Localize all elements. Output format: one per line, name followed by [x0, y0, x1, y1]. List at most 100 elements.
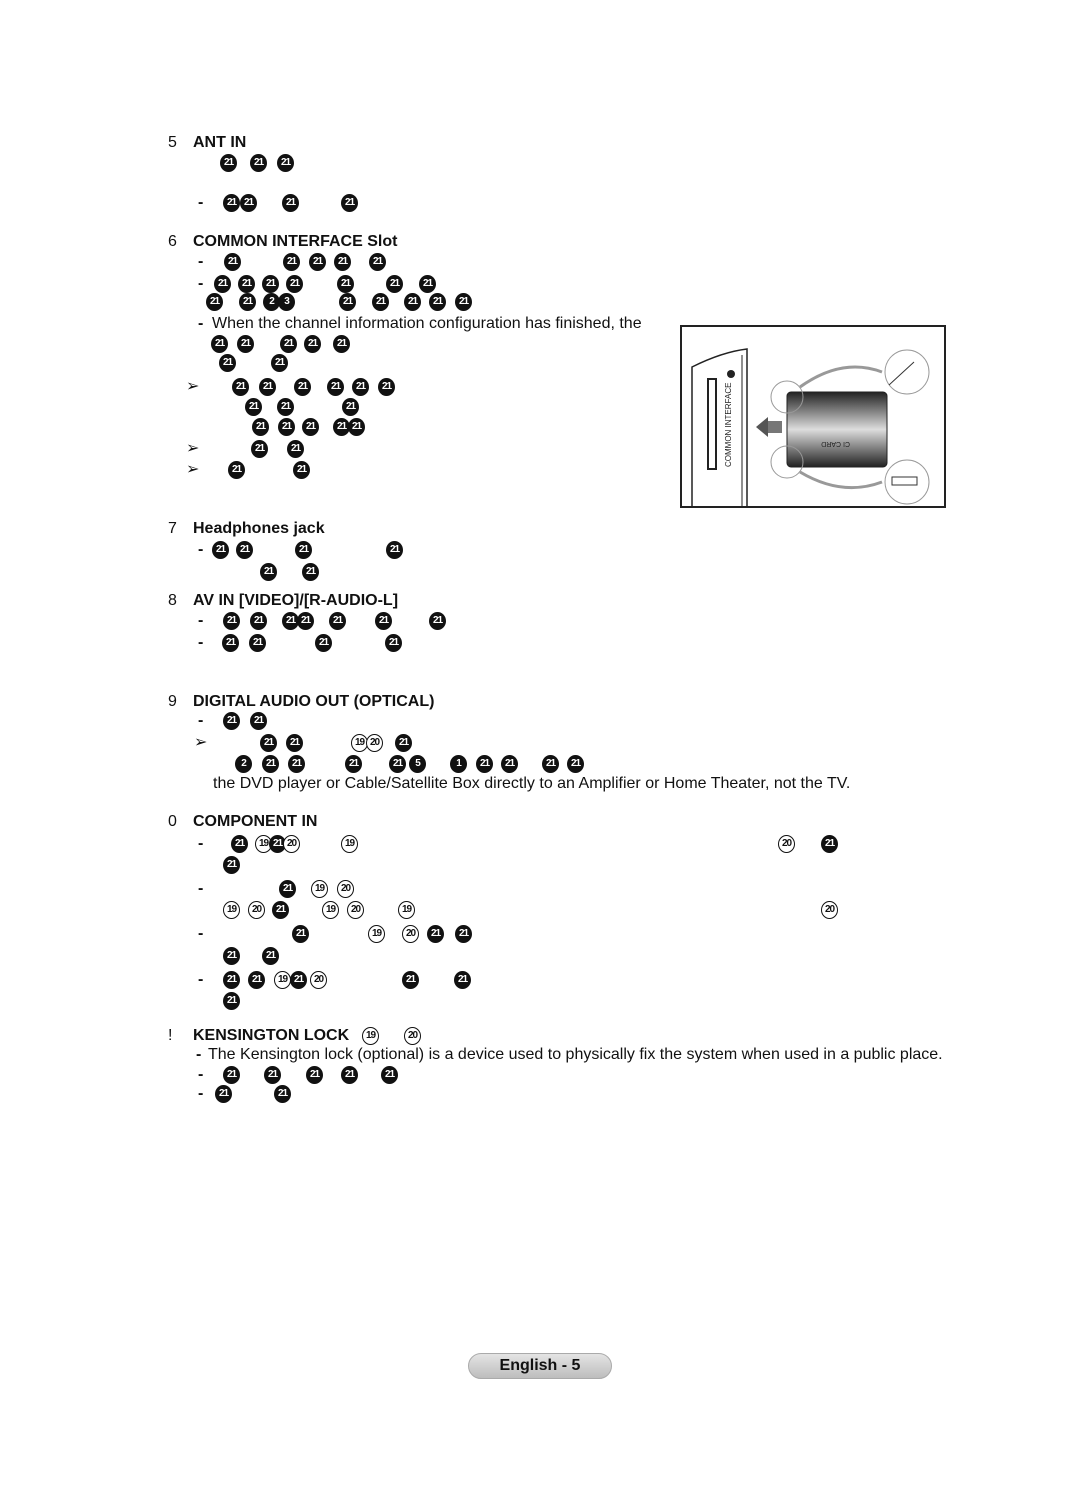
- circled-number-glyph: 21: [454, 971, 471, 989]
- circled-number-glyph: 21: [222, 634, 239, 652]
- circled-number-glyph: 21: [455, 925, 472, 943]
- circled-number-glyph: 21: [381, 1066, 398, 1084]
- circled-number-glyph: 21: [286, 734, 303, 752]
- circled-number-glyph: 21: [264, 1066, 281, 1084]
- bullet-dash: -: [198, 1066, 204, 1083]
- bullet-dash: -: [198, 612, 204, 629]
- circled-number-glyph: 21: [345, 755, 362, 773]
- body-line: 21 21: [0, 946, 1080, 966]
- bullet-dash: -: [198, 925, 204, 942]
- section-title: KENSINGTON LOCK: [193, 1027, 350, 1044]
- section-number: 8: [168, 592, 177, 609]
- circled-number-glyph: 21: [567, 755, 584, 773]
- circled-number-glyph: 21: [212, 541, 229, 559]
- circled-number-glyph: 21: [262, 755, 279, 773]
- circled-number-glyph: 21: [542, 755, 559, 773]
- circled-number-glyph: 21: [386, 275, 403, 293]
- circled-number-glyph: 21: [223, 712, 240, 730]
- circled-number-glyph: 21: [250, 612, 267, 630]
- circled-number-glyph: 20: [402, 925, 419, 943]
- circled-number-glyph: 21: [315, 634, 332, 652]
- section-heading: ! KENSINGTON LOCK 19 20: [0, 1026, 1080, 1046]
- circled-number-glyph: 19: [311, 880, 328, 898]
- body-line: 19 20 21 19 20 19 20: [0, 900, 1080, 920]
- bullet-dash: -: [198, 880, 204, 897]
- circled-number-glyph: 21: [294, 378, 311, 396]
- body-line: 21: [0, 855, 1080, 875]
- circled-number-glyph: 21: [251, 440, 268, 458]
- circled-number-glyph: 21: [292, 925, 309, 943]
- body-line: -21 21 19 21 20 21 21: [0, 970, 1080, 990]
- circled-number-glyph: 21: [240, 194, 257, 212]
- note-arrow-icon: ➢: [186, 461, 200, 478]
- circled-number-glyph: 21: [232, 378, 249, 396]
- circled-number-glyph: 21: [290, 971, 307, 989]
- circled-number-glyph: 21: [309, 253, 326, 271]
- circled-number-glyph: 20: [337, 880, 354, 898]
- circled-number-glyph: 21: [238, 275, 255, 293]
- circled-number-glyph: 21: [211, 335, 228, 353]
- line-text: When the channel information configurati…: [212, 315, 642, 332]
- note-arrow-icon: ➢: [186, 440, 200, 457]
- circled-number-glyph: 21: [297, 612, 314, 630]
- bullet-dash: -: [198, 835, 204, 852]
- circled-number-glyph: 5: [409, 755, 426, 773]
- body-line: 2 21 21 21 21 5 1 21 21 21 21: [0, 754, 1080, 774]
- bullet-dash: -: [198, 971, 204, 988]
- circled-number-glyph: 20: [283, 835, 300, 853]
- circled-number-glyph: 21: [214, 275, 231, 293]
- section-number: 0: [168, 813, 177, 830]
- circled-number-glyph: 21: [333, 335, 350, 353]
- circled-number-glyph: 21: [329, 612, 346, 630]
- circled-number-glyph: 21: [427, 925, 444, 943]
- circled-number-glyph: 21: [372, 293, 389, 311]
- circled-number-glyph: 2: [235, 755, 252, 773]
- body-line: -21 21: [0, 1084, 1080, 1104]
- section-title: AV IN [VIDEO]/[R-AUDIO-L]: [193, 592, 399, 609]
- circled-number-glyph: 21: [429, 612, 446, 630]
- circled-number-glyph: 20: [310, 971, 327, 989]
- circled-number-glyph: 21: [239, 293, 256, 311]
- circled-number-glyph: 21: [248, 971, 265, 989]
- circled-number-glyph: 21: [277, 154, 294, 172]
- bullet-dash: -: [198, 253, 204, 270]
- body-line: -21 21: [0, 711, 1080, 731]
- circled-number-glyph: 21: [223, 971, 240, 989]
- section-number: 5: [168, 134, 177, 151]
- circled-number-glyph: 21: [821, 835, 838, 853]
- circled-number-glyph: 21: [271, 354, 288, 372]
- section-heading: 8 AV IN [VIDEO]/[R-AUDIO-L]: [0, 591, 1080, 611]
- circled-number-glyph: 21: [419, 275, 436, 293]
- circled-number-glyph: 21: [342, 398, 359, 416]
- note-arrow-icon: ➢: [194, 734, 208, 751]
- circled-number-glyph: 19: [223, 901, 240, 919]
- circled-number-glyph: 21: [341, 194, 358, 212]
- body-line: - 21 19 20 21 21: [0, 924, 1080, 944]
- circled-number-glyph: 21: [272, 901, 289, 919]
- bullet-dash: -: [198, 712, 204, 729]
- circled-number-glyph: 20: [248, 901, 265, 919]
- circled-number-glyph: 21: [236, 541, 253, 559]
- circled-number-glyph: 21: [282, 194, 299, 212]
- circled-number-glyph: 21: [223, 947, 240, 965]
- circled-number-glyph: 21: [223, 612, 240, 630]
- body-line: -21 19 21 20 19 20 21: [0, 834, 1080, 854]
- circled-number-glyph: 21: [252, 418, 269, 436]
- circled-number-glyph: 19: [368, 925, 385, 943]
- circled-number-glyph: 20: [404, 1027, 421, 1045]
- circled-number-glyph: 21: [288, 755, 305, 773]
- circled-number-glyph: 21: [274, 1085, 291, 1103]
- circled-number-glyph: 21: [231, 835, 248, 853]
- circled-number-glyph: 21: [348, 418, 365, 436]
- circled-number-glyph: 21: [375, 612, 392, 630]
- circled-number-glyph: 21: [219, 354, 236, 372]
- circled-number-glyph: 20: [821, 901, 838, 919]
- circled-number-glyph: 21: [389, 755, 406, 773]
- circled-number-glyph: 21: [341, 1066, 358, 1084]
- card-label: CI CARD: [821, 440, 850, 447]
- circled-number-glyph: 21: [223, 194, 240, 212]
- insert-arrow-icon: [756, 417, 782, 437]
- circled-number-glyph: 19: [274, 971, 291, 989]
- circled-number-glyph: 21: [223, 1066, 240, 1084]
- circled-number-glyph: 21: [295, 541, 312, 559]
